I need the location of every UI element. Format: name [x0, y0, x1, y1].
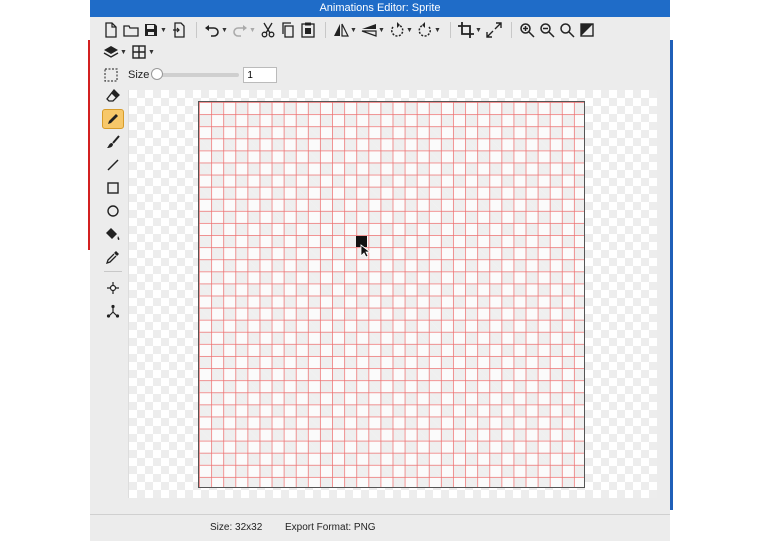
size-slider[interactable] [151, 68, 240, 80]
layers-icon[interactable] [102, 42, 120, 62]
title-bar: Animations Editor: Sprite [90, 0, 670, 17]
undo-menu-caret-icon[interactable]: ▼ [221, 27, 228, 34]
rotate-left-icon[interactable] [388, 20, 406, 40]
line-icon[interactable] [102, 155, 124, 175]
rectangle-icon[interactable] [102, 178, 124, 198]
flip-vertical-icon[interactable] [360, 20, 378, 40]
crop-menu-caret-icon[interactable]: ▼ [475, 27, 482, 34]
size-slider-thumb[interactable] [151, 68, 164, 80]
resize-icon[interactable] [485, 20, 503, 40]
cut-icon[interactable] [259, 20, 277, 40]
save-icon[interactable] [142, 20, 160, 40]
move-point-icon[interactable] [102, 278, 124, 298]
tool-palette [102, 86, 126, 324]
status-export-format: Export Format: PNG [285, 522, 376, 533]
layer-toolbar: ▼ ▼ [102, 41, 158, 63]
invert-icon[interactable] [578, 20, 596, 40]
brush-options-toolbar: Size [102, 64, 278, 86]
status-size: Size: 32x32 [210, 522, 263, 533]
eyedropper-icon[interactable] [102, 247, 124, 267]
eraser-icon[interactable] [102, 86, 124, 106]
grid-caret-icon[interactable]: ▼ [148, 49, 155, 56]
mouse-cursor-icon [360, 244, 370, 258]
nodes-icon[interactable] [102, 301, 124, 321]
export-icon[interactable] [170, 20, 188, 40]
toolbar-separator [450, 22, 451, 38]
new-file-icon[interactable] [102, 20, 120, 40]
zoom-in-icon[interactable] [518, 20, 536, 40]
left-background-strip [0, 0, 90, 541]
layers-caret-icon[interactable]: ▼ [120, 49, 127, 56]
zoom-out-icon[interactable] [538, 20, 556, 40]
editor-window: Animations Editor: Sprite ▼ ▼ ▼ ▼ ▼ ▼ ▼ … [90, 0, 670, 541]
toolbar-separator [511, 22, 512, 38]
open-folder-icon[interactable] [122, 20, 140, 40]
flip-menu-caret-icon[interactable]: ▼ [350, 27, 357, 34]
toolbar-separator [196, 22, 197, 38]
rotate-left-caret-icon[interactable]: ▼ [406, 27, 413, 34]
paste-icon[interactable] [299, 20, 317, 40]
copy-icon[interactable] [279, 20, 297, 40]
sprite-canvas[interactable] [198, 101, 585, 488]
size-input[interactable] [243, 67, 278, 83]
grid-icon[interactable] [130, 42, 148, 62]
selection-icon[interactable] [102, 65, 120, 85]
fill-bucket-icon[interactable] [102, 224, 124, 244]
redo-icon[interactable] [231, 20, 249, 40]
main-toolbar: ▼ ▼ ▼ ▼ ▼ ▼ ▼ ▼ [102, 19, 598, 41]
tool-separator [104, 271, 122, 272]
flip-horizontal-icon[interactable] [332, 20, 350, 40]
undo-icon[interactable] [203, 20, 221, 40]
crop-icon[interactable] [457, 20, 475, 40]
zoom-fit-icon[interactable] [558, 20, 576, 40]
flip-vertical-caret-icon[interactable]: ▼ [378, 27, 385, 34]
right-blue-strip [670, 40, 673, 510]
redo-menu-caret-icon[interactable]: ▼ [249, 27, 256, 34]
status-bar: Size: 32x32 Export Format: PNG [90, 514, 670, 541]
brush-icon[interactable] [102, 132, 124, 152]
rotate-right-caret-icon[interactable]: ▼ [434, 27, 441, 34]
toolbar-separator [325, 22, 326, 38]
ellipse-icon[interactable] [102, 201, 124, 221]
pencil-icon[interactable] [102, 109, 124, 129]
size-label: Size [128, 69, 150, 81]
save-menu-caret-icon[interactable]: ▼ [160, 27, 167, 34]
rotate-right-icon[interactable] [416, 20, 434, 40]
